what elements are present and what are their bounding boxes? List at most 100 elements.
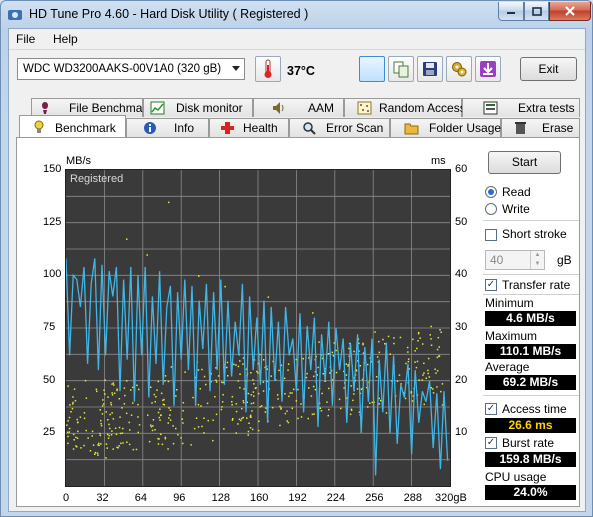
access-time-point — [67, 435, 69, 438]
short-stroke-spinner[interactable]: 40 ▲ ▼ — [485, 250, 545, 270]
access-time-point — [155, 396, 157, 398]
access-time-point — [212, 419, 214, 421]
tab-extra-tests[interactable]: Extra tests — [462, 98, 580, 117]
options-button[interactable] — [446, 56, 472, 82]
window-title: HD Tune Pro 4.60 - Hard Disk Utility ( R… — [29, 7, 309, 21]
spinner-arrows-icon[interactable]: ▲ ▼ — [530, 251, 544, 269]
file-benchmark-icon — [42, 102, 48, 114]
tab-disk-monitor[interactable]: Disk monitor — [143, 98, 253, 117]
access-time-point — [215, 379, 217, 381]
access-time-point — [73, 388, 76, 390]
tab-label: File Benchmark — [69, 101, 153, 115]
access-time-point — [226, 366, 228, 369]
tab-error-scan[interactable]: Error Scan — [289, 118, 390, 137]
access-time-point — [215, 381, 218, 383]
access-time-point — [181, 418, 183, 420]
access-time-point — [300, 416, 303, 418]
menu-file[interactable]: File — [16, 32, 35, 46]
access-time-point — [389, 353, 391, 355]
access-time-point — [83, 412, 86, 414]
tab-random-access[interactable]: Random Access — [344, 98, 466, 117]
access-time-point — [72, 396, 74, 398]
toolbar-button-1[interactable] — [359, 56, 385, 82]
access-time-point — [148, 440, 151, 443]
write-radio[interactable] — [485, 203, 497, 215]
minimize-button[interactable] — [498, 2, 524, 21]
x-tick-label: 64 — [134, 492, 148, 504]
burst-rate-label: Burst rate — [502, 436, 555, 450]
x-tick-label: 288 — [403, 492, 422, 504]
transfer-rate-checkbox[interactable]: ✓ — [485, 279, 497, 291]
access-time-point — [414, 361, 416, 363]
copy-button[interactable] — [388, 56, 414, 82]
access-time-point — [137, 431, 139, 434]
menu-help[interactable]: Help — [53, 32, 78, 46]
temperature-button[interactable] — [255, 56, 281, 82]
burst-rate-checkbox[interactable]: ✓ — [485, 437, 497, 449]
access-time-point — [193, 427, 196, 430]
access-time-point — [237, 423, 239, 425]
access-time-point — [327, 414, 329, 417]
access-time-point — [192, 396, 194, 399]
access-time-point — [108, 423, 110, 426]
download-button[interactable] — [475, 56, 501, 82]
access-time-point — [284, 412, 287, 415]
tab-folder-usage[interactable]: Folder Usage — [390, 118, 501, 137]
tab-info[interactable]: Info — [126, 118, 209, 137]
chart-plot — [65, 170, 450, 486]
access-time-point — [410, 392, 413, 394]
access-time-point — [362, 343, 364, 346]
access-time-point — [164, 437, 167, 440]
access-time-checkbox[interactable]: ✓ — [485, 403, 497, 415]
access-time-point — [114, 427, 117, 429]
y-right-tick-label: 60 — [455, 163, 468, 175]
access-time-point — [256, 370, 258, 373]
access-time-point — [160, 392, 163, 395]
access-time-point — [288, 395, 290, 398]
access-time-point — [167, 380, 170, 383]
access-time-point — [239, 360, 241, 362]
access-time-point — [150, 386, 152, 388]
access-time-point — [297, 417, 299, 420]
short-stroke-checkbox[interactable] — [485, 229, 497, 241]
access-time-point — [328, 408, 330, 411]
tab-aam[interactable]: AAM — [253, 98, 344, 117]
drive-select[interactable]: WDC WD3200AAKS-00V1A0 (320 gB) — [17, 58, 245, 80]
access-time-point — [242, 400, 245, 402]
access-time-point — [400, 383, 402, 385]
access-time-point — [104, 379, 106, 381]
access-time-point — [222, 394, 224, 396]
access-time-point — [123, 387, 126, 389]
x-tick-label: 128 — [211, 492, 230, 504]
access-time-point — [266, 368, 268, 370]
start-button[interactable]: Start — [488, 151, 561, 174]
access-time-point — [80, 447, 82, 449]
tab-erase[interactable]: Erase — [501, 118, 580, 137]
exit-button[interactable]: Exit — [520, 57, 577, 81]
access-time-point — [416, 347, 418, 350]
access-time-point — [321, 392, 323, 395]
access-time-point — [75, 436, 77, 439]
read-radio[interactable] — [485, 186, 497, 198]
access-time-point — [436, 348, 439, 351]
toolbar: WDC WD3200AAKS-00V1A0 (320 gB) 37°C Exit — [9, 49, 585, 91]
access-time-point — [160, 414, 162, 417]
tab-health[interactable]: Health — [209, 118, 289, 137]
drive-select-value: WDC WD3200AAKS-00V1A0 (320 gB) — [23, 63, 222, 75]
access-time-point — [91, 435, 93, 437]
access-time-point — [262, 359, 265, 361]
access-time-point — [132, 448, 135, 451]
access-time-point — [398, 374, 401, 376]
tab-benchmark[interactable]: Benchmark — [19, 115, 126, 137]
access-time-point — [287, 363, 290, 365]
y-left-tick-label: 125 — [43, 215, 62, 228]
access-time-point — [387, 335, 390, 338]
access-time-point — [440, 390, 442, 393]
maximize-button[interactable] — [524, 2, 549, 21]
save-button[interactable] — [417, 56, 443, 82]
access-time-point — [407, 351, 409, 353]
close-button[interactable] — [549, 2, 591, 21]
access-time-label: Access time — [502, 402, 567, 416]
access-time-point — [425, 377, 427, 379]
title-bar[interactable]: HD Tune Pro 4.60 - Hard Disk Utility ( R… — [1, 1, 592, 28]
